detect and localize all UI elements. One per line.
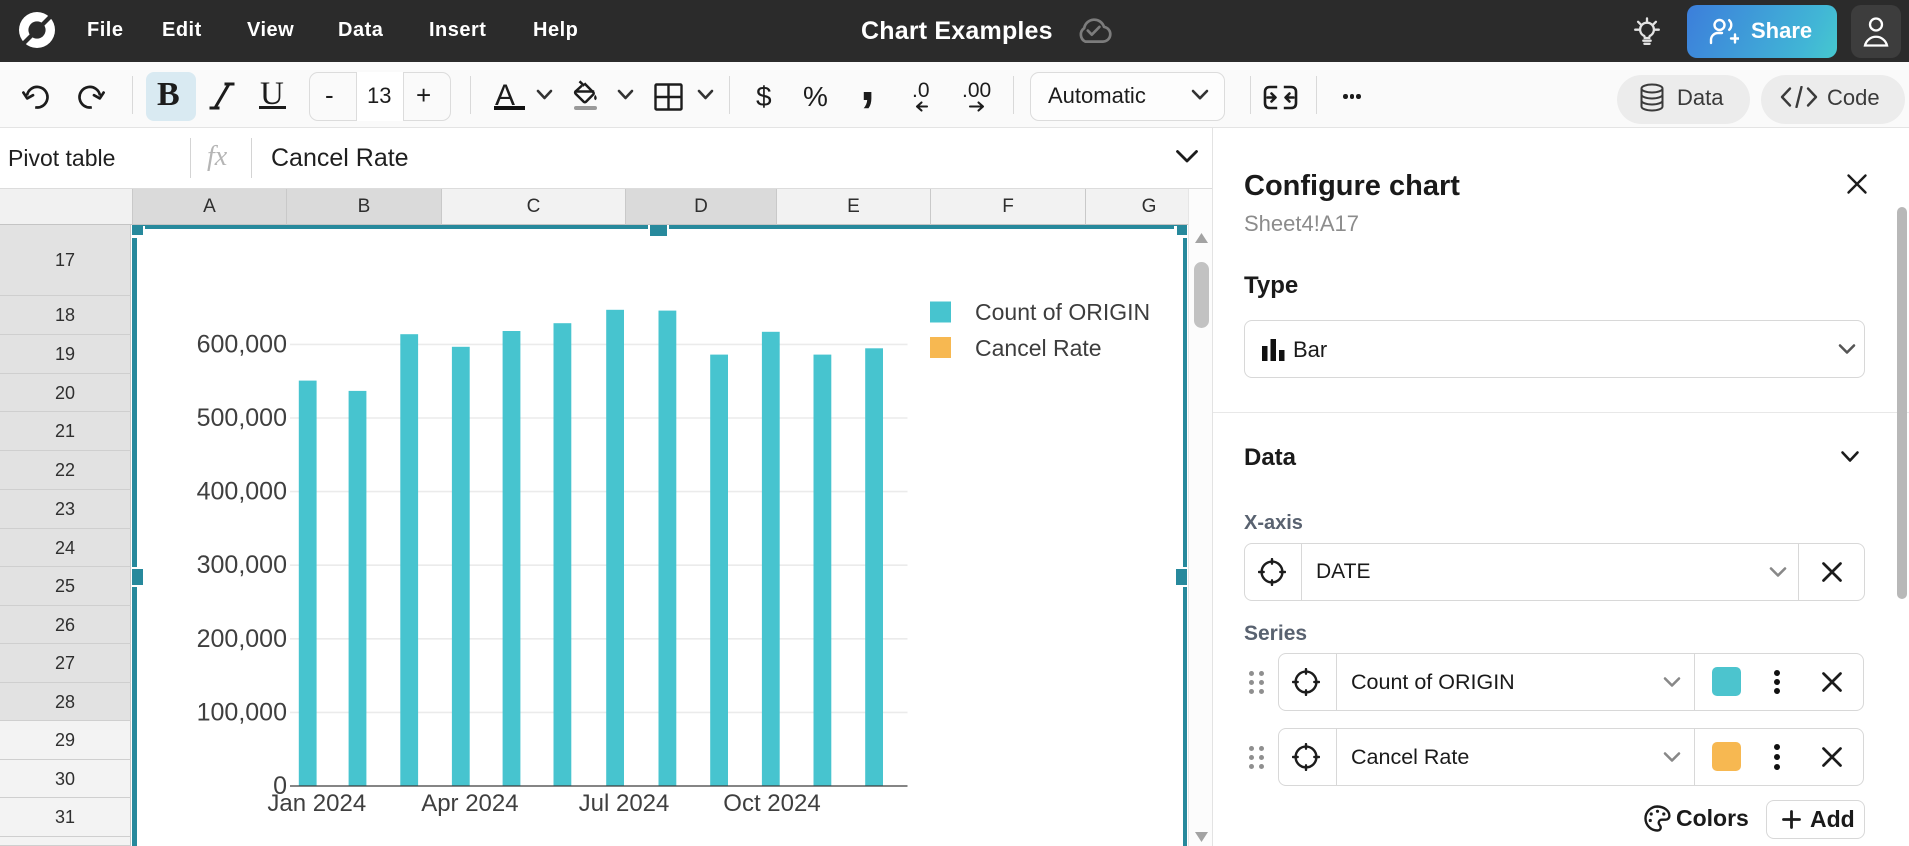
svg-text:Count of ORIGIN: Count of ORIGIN [975, 299, 1150, 325]
svg-text:Cancel Rate: Cancel Rate [975, 335, 1102, 361]
svg-text:500,000: 500,000 [197, 404, 287, 432]
svg-text:,: , [860, 84, 875, 112]
svg-text:200,000: 200,000 [197, 625, 287, 653]
svg-text:300,000: 300,000 [197, 551, 287, 579]
svg-text:400,000: 400,000 [197, 478, 287, 506]
svg-text:Oct 2024: Oct 2024 [723, 790, 820, 817]
svg-text:Jul 2024: Jul 2024 [579, 790, 670, 817]
svg-text:600,000: 600,000 [197, 330, 287, 358]
svg-text:Jan 2024: Jan 2024 [267, 790, 366, 817]
svg-text:Apr 2024: Apr 2024 [421, 790, 518, 817]
svg-text:100,000: 100,000 [197, 698, 287, 726]
